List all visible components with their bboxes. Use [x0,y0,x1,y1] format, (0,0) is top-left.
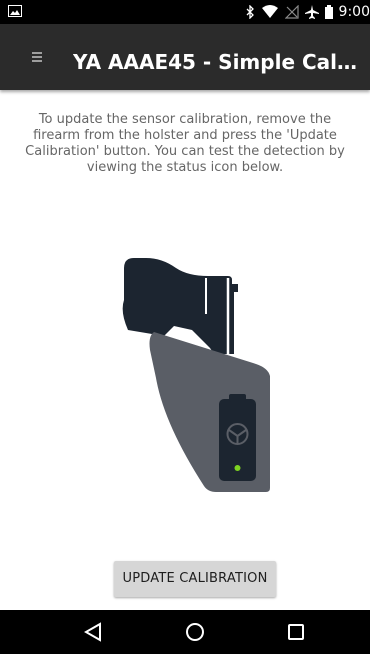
wifi-icon [261,5,278,18]
recents-icon[interactable] [287,623,305,641]
home-icon[interactable] [185,622,205,642]
navigation-bar [0,610,370,654]
bluetooth-icon [246,5,254,19]
airplane-icon [304,5,319,19]
instructions-text: To update the sensor calibration, remove… [25,112,345,175]
status-bar: 9:00 [0,0,370,24]
back-icon[interactable] [84,622,102,642]
firearm-icon [122,258,238,354]
no-signal-icon [284,5,299,19]
image-icon [8,5,22,17]
battery-icon [324,5,333,19]
app-bar: YA AAAE45 - Simple Calibration [0,24,370,90]
page-title: YA AAAE45 - Simple Calibration [73,50,363,74]
holster-status-icon [122,258,270,492]
menu-icon[interactable] [32,52,42,63]
status-time: 9:00 [338,4,370,20]
update-calibration-button[interactable]: UPDATE CALIBRATION [114,561,276,597]
status-led-icon [234,465,241,471]
